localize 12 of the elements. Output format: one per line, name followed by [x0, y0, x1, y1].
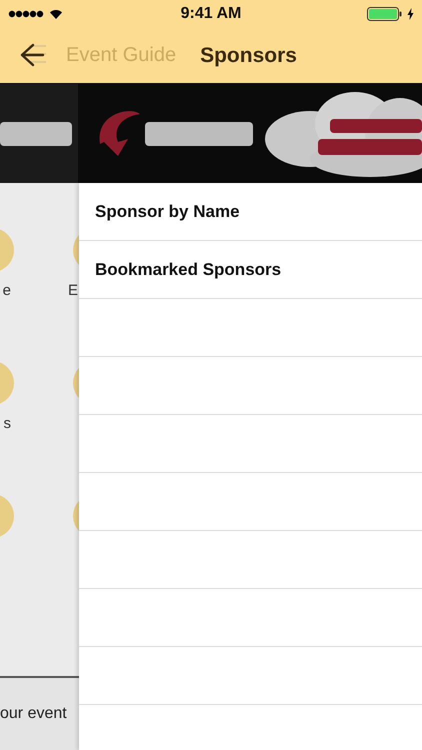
signal-icon	[8, 10, 44, 18]
wifi-icon	[48, 8, 64, 20]
battery-icon	[366, 7, 403, 21]
page-title: Sponsors	[200, 44, 297, 68]
charging-icon	[406, 8, 414, 20]
menu-tile-label[interactable]: s	[4, 415, 24, 432]
menu-tile-label[interactable]: e	[2, 282, 24, 299]
status-time: 9:41 AM	[180, 5, 242, 23]
menu-item[interactable]: Sponsor by Name	[79, 183, 422, 241]
footer-text: our event	[0, 705, 67, 723]
menu-tile-label[interactable]: E	[63, 282, 78, 299]
menu-item[interactable]: Bookmarked Sponsors	[79, 241, 422, 299]
